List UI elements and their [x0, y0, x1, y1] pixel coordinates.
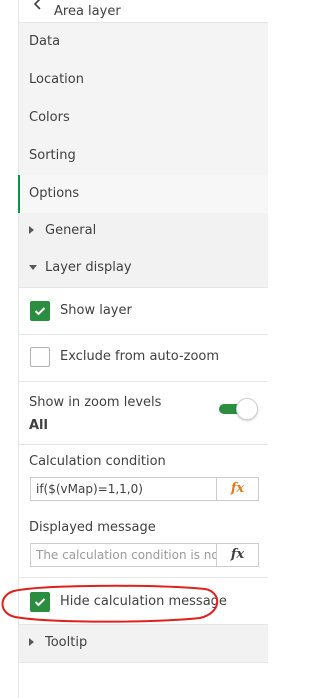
hide-calc-message-checkbox[interactable] — [30, 592, 50, 612]
section-layer-display-label: Layer display — [45, 260, 132, 275]
zoom-levels-toggle[interactable] — [219, 398, 259, 420]
section-general[interactable]: General — [19, 213, 268, 251]
hide-calc-message-row: Hide calculation message — [19, 578, 268, 625]
page-title: Area layer — [54, 4, 121, 19]
calc-condition-fx-button[interactable]: fx — [216, 477, 259, 501]
show-layer-label: Show layer — [60, 303, 132, 318]
section-tooltip-label: Tooltip — [45, 635, 88, 650]
check-icon — [34, 307, 46, 316]
section-layer-display[interactable]: Layer display — [19, 250, 268, 288]
exclude-auto-zoom-checkbox[interactable] — [30, 347, 50, 367]
chevron-left-icon[interactable] — [31, 0, 45, 11]
tab-colors[interactable]: Colors — [19, 99, 268, 138]
displayed-message-label: Displayed message — [29, 520, 156, 535]
hide-calc-message-label: Hide calculation message — [60, 594, 227, 609]
tab-location-label: Location — [29, 72, 84, 87]
caret-right-icon — [29, 638, 34, 646]
displayed-message-input[interactable]: The calculation condition is not met — [30, 543, 216, 567]
section-general-label: General — [45, 223, 97, 238]
exclude-auto-zoom-label: Exclude from auto-zoom — [60, 349, 220, 364]
tab-data[interactable]: Data — [19, 23, 268, 62]
tab-colors-label: Colors — [29, 110, 70, 125]
properties-panel: Area layer Data Location Colors Sorting … — [18, 0, 268, 698]
caret-right-icon — [29, 226, 34, 234]
calc-condition-input[interactable]: if($(vMap)=1,1,0) — [30, 477, 216, 501]
zoom-levels-label: Show in zoom levels — [29, 395, 162, 410]
exclude-auto-zoom-row: Exclude from auto-zoom — [19, 335, 268, 382]
tab-data-label: Data — [29, 34, 61, 49]
panel-header: Area layer — [19, 0, 268, 23]
displayed-message-fx-button[interactable]: fx — [216, 543, 259, 567]
zoom-levels-value: All — [29, 418, 48, 433]
tab-sorting-label: Sorting — [29, 148, 76, 163]
tab-options[interactable]: Options — [18, 175, 268, 214]
calc-condition-label: Calculation condition — [29, 454, 166, 469]
tab-options-label: Options — [29, 186, 80, 201]
tab-sorting[interactable]: Sorting — [19, 137, 268, 176]
tab-location[interactable]: Location — [19, 61, 268, 100]
show-layer-row: Show layer — [19, 288, 268, 335]
toggle-knob — [236, 398, 258, 420]
check-icon — [34, 598, 46, 607]
show-layer-checkbox[interactable] — [30, 301, 50, 321]
caret-down-icon — [29, 265, 37, 270]
section-tooltip[interactable]: Tooltip — [19, 625, 268, 663]
